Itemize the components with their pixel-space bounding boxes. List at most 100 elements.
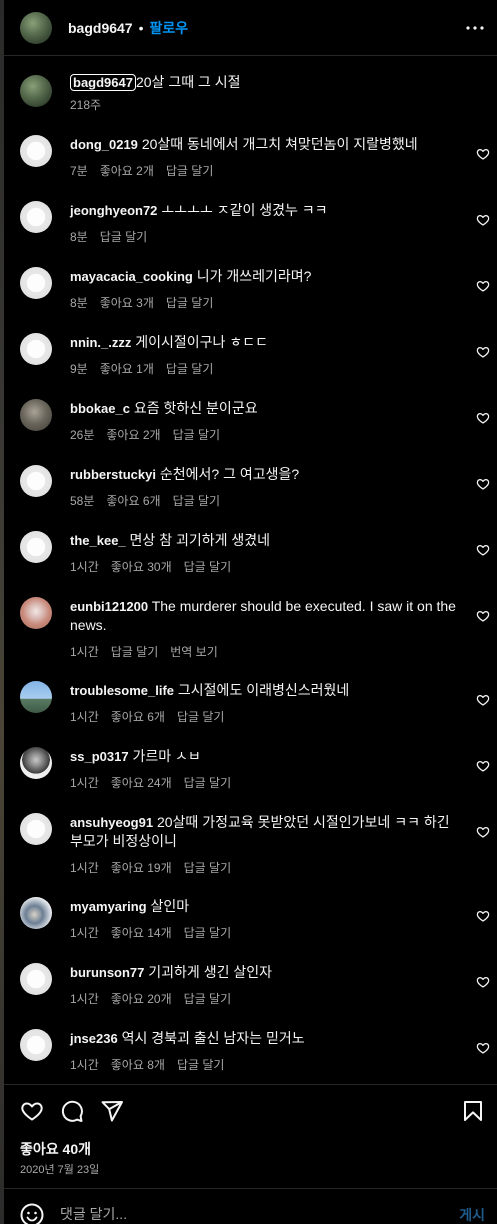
- comment-username[interactable]: myamyaring: [70, 899, 147, 914]
- comment-time: 1시간: [70, 1058, 99, 1072]
- default-avatar[interactable]: [20, 135, 52, 167]
- bookmark-icon[interactable]: [461, 1099, 485, 1123]
- reply-button[interactable]: 답글 달기: [173, 426, 221, 443]
- comment-likes[interactable]: 좋아요 14개: [111, 924, 172, 941]
- comment-username[interactable]: nnin._.zzz: [70, 335, 131, 350]
- comment-username[interactable]: ss_p0317: [70, 749, 129, 764]
- food-avatar[interactable]: [20, 597, 52, 629]
- heart-icon[interactable]: [476, 975, 490, 989]
- owner-avatar[interactable]: [20, 11, 52, 44]
- comment-likes[interactable]: 좋아요 20개: [111, 990, 172, 1007]
- comment-text-line: jeonghyeon72 ㅗㅗㅗㅗ ㅈ같이 생겼누 ㅋㅋ: [70, 201, 462, 220]
- reply-button[interactable]: 답글 달기: [184, 924, 232, 941]
- heart-icon[interactable]: [476, 213, 490, 227]
- comment-text: 그시절에도 이래병신스러웠네: [177, 682, 350, 698]
- sky-avatar[interactable]: [20, 681, 52, 713]
- heart-icon[interactable]: [476, 609, 490, 623]
- default-avatar[interactable]: [20, 267, 52, 299]
- comment-text-line: bbokae_c 요즘 핫하신 분이군요: [70, 399, 462, 418]
- reply-button[interactable]: 답글 달기: [177, 708, 225, 725]
- default-avatar[interactable]: [20, 201, 52, 233]
- heart-icon[interactable]: [476, 693, 490, 707]
- reply-button[interactable]: 답글 달기: [184, 990, 232, 1007]
- heart-icon[interactable]: [476, 477, 490, 491]
- caption-text-line: bagd9647 20살 그때 그 시절: [70, 73, 462, 92]
- heart-icon[interactable]: [476, 345, 490, 359]
- default-avatar[interactable]: [20, 1029, 52, 1061]
- heart-icon[interactable]: [476, 1041, 490, 1055]
- comment-username[interactable]: eunbi121200: [70, 599, 148, 614]
- caption-avatar[interactable]: [20, 75, 52, 107]
- heart-icon[interactable]: [476, 759, 490, 773]
- comment-username[interactable]: troublesome_life: [70, 683, 174, 698]
- reply-button[interactable]: 답글 달기: [166, 294, 214, 311]
- comment-text: 가르마 ㅅㅂ: [132, 748, 201, 764]
- caption-username[interactable]: bagd9647: [70, 74, 136, 91]
- cat-avatar[interactable]: [20, 399, 52, 431]
- reply-button[interactable]: 답글 달기: [177, 1056, 225, 1073]
- reply-button[interactable]: 답글 달기: [111, 643, 159, 660]
- comment-text: 기괴하게 생긴 살인자: [148, 964, 272, 980]
- share-icon[interactable]: [100, 1099, 124, 1123]
- comment-likes[interactable]: 좋아요 19개: [111, 859, 172, 876]
- emoji-icon[interactable]: [20, 1203, 44, 1224]
- heart-icon[interactable]: [476, 909, 490, 923]
- default-avatar[interactable]: [20, 963, 52, 995]
- comment-likes[interactable]: 좋아요 3개: [100, 294, 154, 311]
- reply-button[interactable]: 답글 달기: [184, 774, 232, 791]
- comment-username[interactable]: mayacacia_cooking: [70, 269, 193, 284]
- comment-likes[interactable]: 좋아요 2개: [106, 426, 160, 443]
- girl-avatar[interactable]: [20, 897, 52, 929]
- follow-button[interactable]: 팔로우: [150, 18, 189, 38]
- comment-likes[interactable]: 좋아요 6개: [106, 492, 160, 509]
- comment-username[interactable]: jeonghyeon72: [70, 203, 157, 218]
- comment-username[interactable]: dong_0219: [70, 137, 138, 152]
- reply-button[interactable]: 답글 달기: [166, 162, 214, 179]
- more-icon[interactable]: [465, 18, 485, 38]
- comment-time: 1시간: [70, 560, 99, 574]
- comment-username[interactable]: ansuhyeog91: [70, 815, 153, 830]
- reply-button[interactable]: 답글 달기: [184, 558, 232, 575]
- comment-username[interactable]: burunson77: [70, 965, 144, 980]
- comment-likes[interactable]: 좋아요 6개: [111, 708, 165, 725]
- comment-likes[interactable]: 좋아요 1개: [100, 360, 154, 377]
- heart-icon[interactable]: [476, 411, 490, 425]
- heart-icon[interactable]: [20, 1099, 44, 1123]
- comment-likes[interactable]: 좋아요 2개: [100, 162, 154, 179]
- heart-icon[interactable]: [476, 825, 490, 839]
- default-avatar[interactable]: [20, 333, 52, 365]
- comment-input[interactable]: [60, 1203, 400, 1224]
- default-avatar[interactable]: [20, 531, 52, 563]
- comment-text: 살인마: [150, 898, 190, 914]
- default-avatar[interactable]: [20, 813, 52, 845]
- comment-text: 니가 개쓰레기라며?: [196, 268, 312, 284]
- heart-icon[interactable]: [476, 543, 490, 557]
- translate-button[interactable]: 번역 보기: [170, 643, 218, 660]
- man-avatar[interactable]: [20, 747, 52, 779]
- reply-button[interactable]: 답글 달기: [166, 360, 214, 377]
- header-username[interactable]: bagd9647: [68, 20, 133, 36]
- comment-icon[interactable]: [60, 1099, 84, 1123]
- default-avatar[interactable]: [20, 465, 52, 497]
- comment-username[interactable]: rubberstuckyi: [70, 467, 156, 482]
- comments-list[interactable]: bagd9647 20살 그때 그 시절 218주 dong_0219 20살때 …: [4, 57, 497, 1083]
- post-comments-panel: bagd9647 • 팔로우 bagd9647 20살 그때 그 시절 218주 …: [0, 0, 497, 1224]
- comment-time: 58분: [70, 494, 95, 508]
- comment-text: 역시 경북괴 출신 남자는 믿거노: [121, 1030, 305, 1046]
- comment-text-line: rubberstuckyi 순천에서? 그 여고생을?: [70, 465, 462, 484]
- reply-button[interactable]: 답글 달기: [100, 228, 148, 245]
- comment-likes[interactable]: 좋아요 24개: [111, 774, 172, 791]
- comment-username[interactable]: bbokae_c: [70, 401, 130, 416]
- comment-username[interactable]: jnse236: [70, 1031, 118, 1046]
- comment-likes[interactable]: 좋아요 8개: [111, 1056, 165, 1073]
- comment-username[interactable]: the_kee_: [70, 533, 126, 548]
- comment-likes[interactable]: 좋아요 30개: [111, 558, 172, 575]
- post-comment-button[interactable]: 게시: [459, 1205, 485, 1224]
- heart-icon[interactable]: [476, 279, 490, 293]
- reply-button[interactable]: 답글 달기: [173, 492, 221, 509]
- likes-count[interactable]: 좋아요 40개: [20, 1139, 91, 1159]
- comment-time: 7분: [70, 164, 88, 178]
- reply-button[interactable]: 답글 달기: [184, 859, 232, 876]
- heart-icon[interactable]: [476, 147, 490, 161]
- comment-text-line: eunbi121200 The murderer should be execu…: [70, 597, 462, 635]
